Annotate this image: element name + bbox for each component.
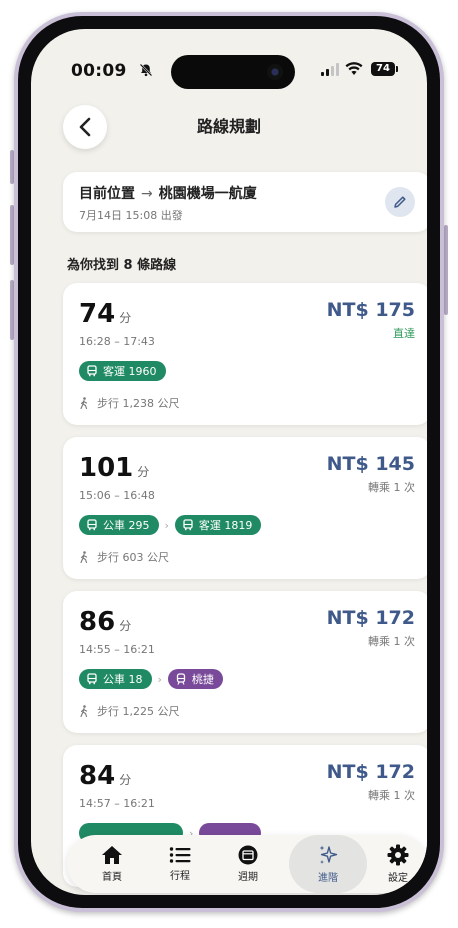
time-range: 15:06 – 16:48 — [79, 489, 155, 502]
duration: 74 分 — [79, 299, 131, 329]
tab-bar: 首頁 行程 週期 進階 設定 — [67, 835, 427, 893]
tab-label: 首頁 — [102, 872, 122, 883]
metro-chip: 桃捷 — [167, 669, 223, 689]
time-range: 14:57 – 16:21 — [79, 797, 155, 810]
walk-icon — [80, 551, 88, 563]
bus-chip-label: 客運 1819 — [198, 519, 253, 532]
duration-value: 101 — [79, 453, 134, 483]
bus-chip: 公車 295 — [79, 515, 159, 535]
status-time: 00:09 — [71, 61, 127, 81]
silent-bell-icon — [139, 63, 153, 77]
tab-itinerary[interactable]: 行程 — [145, 835, 215, 893]
route-card[interactable]: 101 分 15:06 – 16:48 NT$ 145 轉乘 1 次 公車 295… — [63, 437, 427, 579]
bus-icon — [183, 519, 193, 531]
chevron-right-icon: › — [164, 518, 169, 532]
dynamic-island — [171, 55, 295, 89]
bus-chip: 客運 1819 — [174, 515, 262, 535]
transfer-label: 轉乘 1 次 — [368, 635, 415, 648]
home-icon — [102, 846, 122, 864]
time-range: 14:55 – 16:21 — [79, 643, 155, 656]
duration-unit: 分 — [119, 773, 132, 787]
walk-distance: 步行 603 公尺 — [79, 549, 169, 565]
duration: 86 分 — [79, 607, 131, 637]
bus-chip-label: 公車 295 — [103, 519, 150, 532]
bus-icon — [87, 519, 97, 531]
bus-chip-label: 公車 18 — [103, 673, 143, 686]
tab-schedule[interactable]: 週期 — [213, 835, 283, 893]
arrow-icon: → — [141, 186, 153, 202]
wifi-icon — [345, 62, 363, 75]
tab-home[interactable]: 首頁 — [77, 835, 147, 893]
route-legs: 客運 1960 — [79, 361, 166, 381]
bus-chip: 客運 1960 — [79, 361, 166, 381]
direct-label: 直達 — [393, 327, 415, 340]
duration-value: 84 — [79, 761, 116, 791]
bus-chip: 公車 18 — [79, 669, 152, 689]
duration-value: 86 — [79, 607, 116, 637]
walk-label: 步行 603 公尺 — [97, 551, 169, 564]
list-icon — [169, 847, 191, 863]
price: NT$ 175 — [326, 299, 415, 321]
tab-settings[interactable]: 設定 — [363, 835, 427, 893]
route-card[interactable]: 74 分 16:28 – 17:43 NT$ 175 直達 客運 1960 步行 … — [63, 283, 427, 425]
transfer-label: 轉乘 1 次 — [368, 789, 415, 802]
battery-icon: 74 — [371, 62, 398, 76]
walk-icon — [80, 705, 88, 717]
tab-label: 設定 — [388, 873, 408, 884]
results-count: 為你找到 8 條路線 — [67, 258, 177, 273]
metro-chip-label: 桃捷 — [191, 673, 214, 686]
time-range: 16:28 – 17:43 — [79, 335, 155, 348]
screen: 00:09 74 路線規劃 目前位置 → 桃園機場一航廈 7月14日 15:08… — [31, 29, 427, 895]
price: NT$ 172 — [326, 761, 415, 783]
chevron-right-icon: › — [157, 672, 162, 686]
phone-frame: 00:09 74 路線規劃 目前位置 → 桃園機場一航廈 7月14日 15:08… — [14, 12, 444, 912]
duration: 84 分 — [79, 761, 131, 791]
walk-icon — [80, 397, 88, 409]
price: NT$ 145 — [326, 453, 415, 475]
walk-distance: 步行 1,238 公尺 — [79, 395, 179, 411]
duration-unit: 分 — [137, 465, 150, 479]
bus-chip-label: 客運 1960 — [103, 365, 157, 378]
camera-icon — [267, 64, 283, 80]
price: NT$ 172 — [326, 607, 415, 629]
walk-label: 步行 1,238 公尺 — [97, 397, 180, 410]
route-endpoints: 目前位置 → 桃園機場一航廈 — [79, 183, 257, 203]
origin-label: 目前位置 — [79, 186, 135, 202]
route-legs: 公車 18 › 桃捷 — [79, 669, 223, 689]
transfer-label: 轉乘 1 次 — [368, 481, 415, 494]
tab-label: 行程 — [170, 871, 190, 882]
duration-unit: 分 — [119, 619, 132, 633]
walk-label: 步行 1,225 公尺 — [97, 705, 180, 718]
edit-route-button[interactable] — [385, 187, 415, 217]
status-bar: 00:09 74 — [31, 29, 427, 89]
bus-icon — [87, 673, 97, 685]
page-title: 路線規劃 — [196, 117, 261, 136]
tab-advanced[interactable]: 進階 — [289, 835, 367, 893]
walk-distance: 步行 1,225 公尺 — [79, 703, 179, 719]
cellular-signal-icon — [321, 63, 339, 76]
pencil-icon — [394, 196, 406, 208]
calendar-icon — [238, 845, 258, 865]
gear-icon — [387, 844, 409, 866]
tab-label: 週期 — [238, 872, 258, 883]
route-legs: 公車 295 › 客運 1819 — [79, 515, 262, 535]
power-button — [444, 225, 448, 315]
sparkle-icon — [319, 845, 338, 864]
duration-value: 74 — [79, 299, 116, 329]
tab-label: 進階 — [318, 873, 338, 884]
route-card[interactable]: 86 分 14:55 – 16:21 NT$ 172 轉乘 1 次 公車 18 ›… — [63, 591, 427, 733]
route-summary[interactable]: 目前位置 → 桃園機場一航廈 7月14日 15:08 出發 — [63, 172, 427, 232]
duration-unit: 分 — [119, 311, 132, 325]
bus-icon — [87, 365, 97, 377]
phone-bezel: 00:09 74 路線規劃 目前位置 → 桃園機場一航廈 7月14日 15:08… — [18, 16, 440, 908]
depart-info: 7月14日 15:08 出發 — [79, 209, 183, 222]
duration: 101 分 — [79, 453, 149, 483]
metro-icon — [176, 673, 186, 685]
destination-label: 桃園機場一航廈 — [158, 186, 257, 202]
